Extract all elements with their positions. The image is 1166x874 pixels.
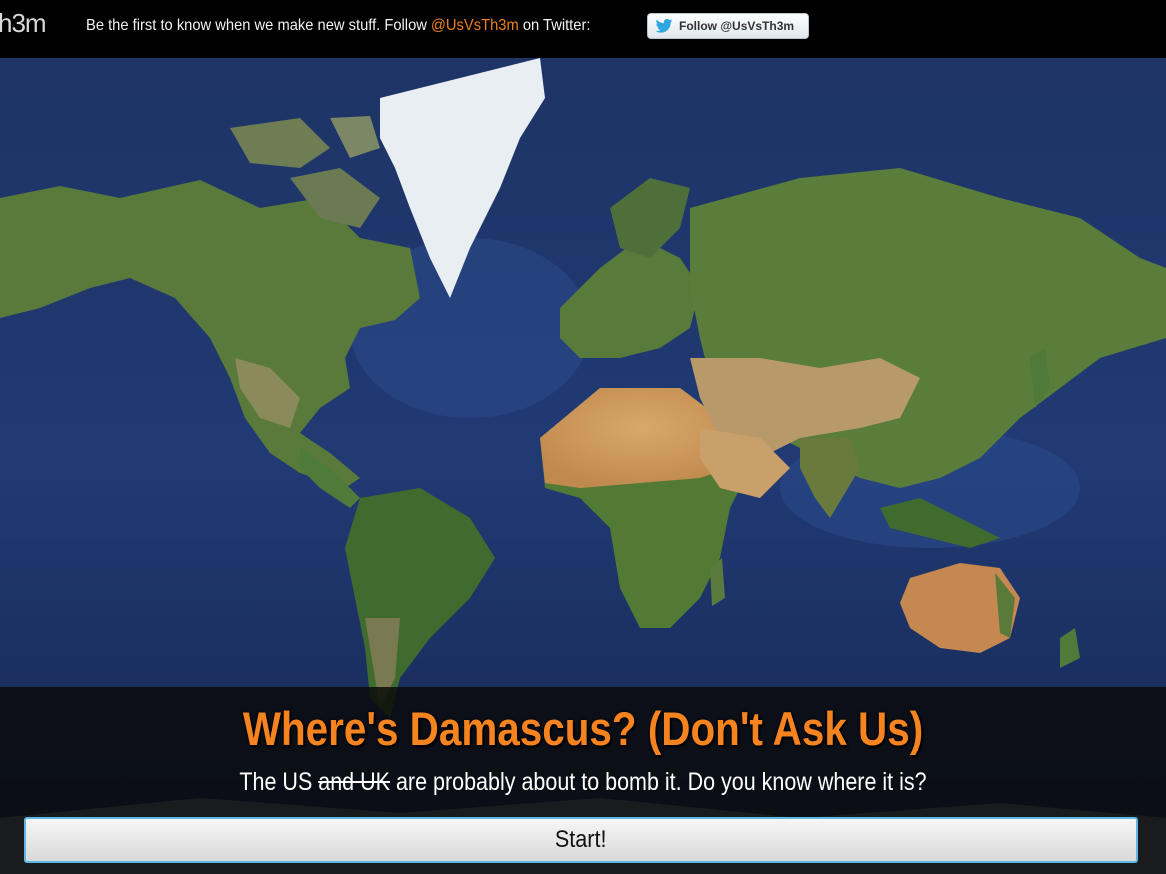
quiz-title: Where's Damascus? (Don't Ask Us) xyxy=(242,702,924,755)
follow-button-label: Follow @UsVsTh3m xyxy=(679,19,795,33)
site-logo[interactable]: h3m xyxy=(0,8,47,39)
quiz-subtitle: The US and UK are probably about to bomb… xyxy=(82,768,1085,797)
twitter-handle-link[interactable]: @UsVsTh3m xyxy=(431,17,519,34)
subtitle-struck-text: and UK xyxy=(318,768,390,796)
subtitle-prefix: The US xyxy=(239,768,319,796)
twitter-promo-text: Be the first to know when we make new st… xyxy=(86,17,590,35)
start-button[interactable]: Start! xyxy=(24,817,1138,863)
quiz-intro-panel: Where's Damascus? (Don't Ask Us) The US … xyxy=(0,687,1166,874)
start-button-label: Start! xyxy=(555,826,607,853)
promo-prefix: Be the first to know when we make new st… xyxy=(86,17,431,34)
promo-suffix: on Twitter: xyxy=(518,17,591,34)
twitter-bird-icon xyxy=(655,19,673,33)
top-bar: h3m Be the first to know when we make ne… xyxy=(0,0,1166,58)
twitter-follow-button[interactable]: Follow @UsVsTh3m xyxy=(647,13,809,39)
subtitle-suffix: are probably about to bomb it. Do you kn… xyxy=(389,768,927,796)
